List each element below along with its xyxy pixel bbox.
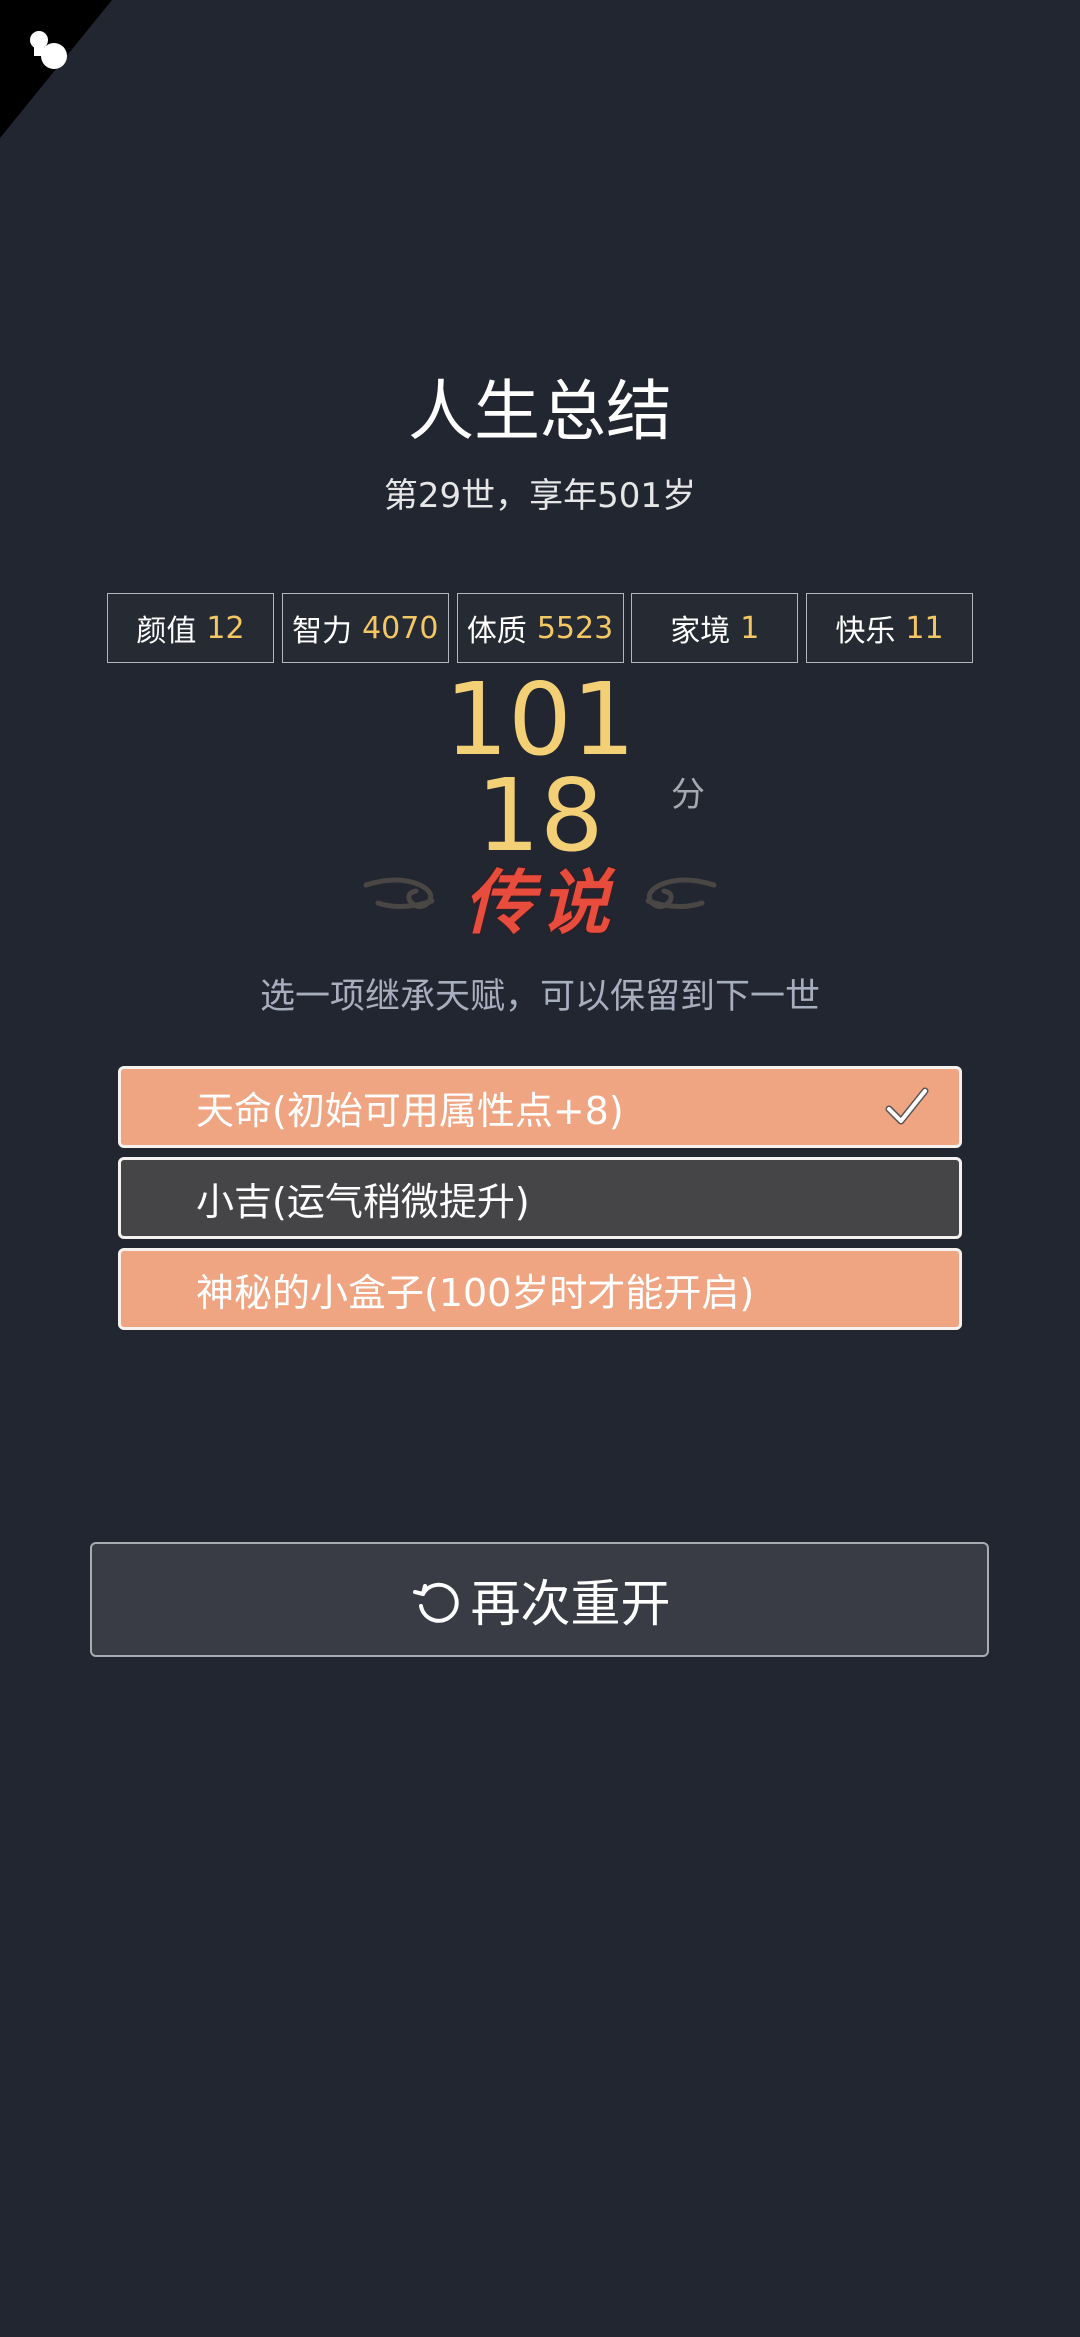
stat-happiness: 快乐 11 <box>806 593 973 663</box>
stat-label: 快乐 <box>835 614 896 649</box>
stat-value: 4070 <box>362 610 439 646</box>
talent-label: 神秘的小盒子(100岁时才能开启) <box>196 1270 755 1315</box>
stat-label: 家境 <box>670 614 731 649</box>
stats-row: 颜值 12 智力 4070 体质 5523 家境 1 快乐 11 <box>107 593 973 665</box>
life-subtitle: 第29世，享年501岁 <box>383 476 697 516</box>
total-score: 10118 <box>444 661 636 874</box>
talent-option-3[interactable]: 神秘的小盒子(100岁时才能开启) <box>118 1248 962 1330</box>
restart-label: 再次重开 <box>470 1574 671 1633</box>
talent-label: 小吉(运气稍微提升) <box>196 1179 530 1224</box>
score-unit: 分 <box>671 775 705 815</box>
stat-value: 12 <box>206 610 245 646</box>
stat-value: 5523 <box>536 610 614 646</box>
refresh-icon <box>412 1582 459 1623</box>
page-title: 人生总结 <box>408 373 672 450</box>
stat-value: 1 <box>740 610 760 646</box>
restart-button[interactable]: 再次重开 <box>90 1542 989 1657</box>
stat-appearance: 颜值 12 <box>107 593 274 663</box>
talent-option-2[interactable]: 小吉(运气稍微提升) <box>118 1157 962 1239</box>
score-block: 10118 分 <box>0 670 1080 866</box>
stat-value: 11 <box>905 610 944 646</box>
stat-label: 智力 <box>292 614 353 649</box>
rank-emblem: 传说 <box>358 845 722 944</box>
talent-list: 天命(初始可用属性点+8) 小吉(运气稍微提升) 神秘的小盒子(100岁时才能开… <box>118 1066 962 1339</box>
stat-family: 家境 1 <box>631 593 799 663</box>
stat-constitution: 体质 5523 <box>456 593 624 663</box>
theme-toggle-icon[interactable] <box>24 28 72 78</box>
stat-intelligence: 智力 4070 <box>281 593 449 663</box>
talent-option-1[interactable]: 天命(初始可用属性点+8) <box>118 1066 962 1148</box>
rank-label: 传说 <box>464 861 616 944</box>
checkmark-icon <box>885 1087 929 1125</box>
stat-label: 体质 <box>466 614 527 649</box>
talent-label: 天命(初始可用属性点+8) <box>196 1088 624 1133</box>
inherit-hint: 选一项继承天赋，可以保留到下一世 <box>259 977 820 1017</box>
stat-label: 颜值 <box>136 614 197 649</box>
